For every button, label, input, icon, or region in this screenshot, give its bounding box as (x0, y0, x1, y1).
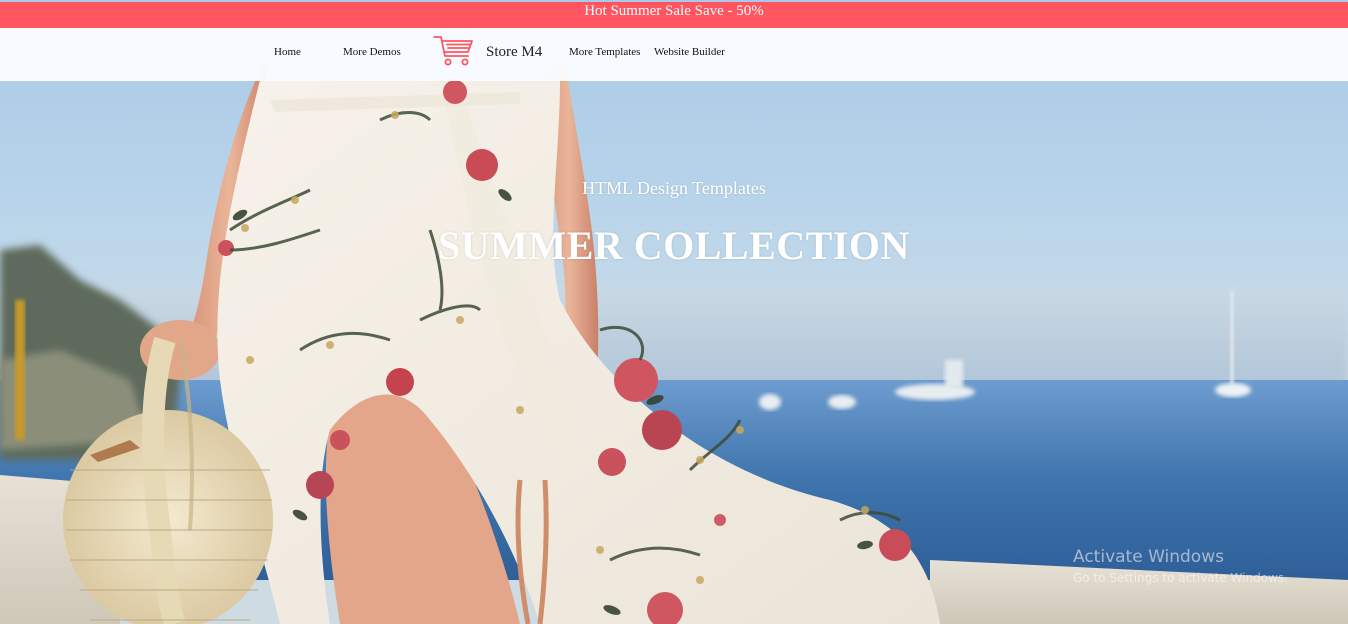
nav-link-home[interactable]: Home (274, 46, 301, 58)
hero-subtitle: HTML Design Templates (582, 178, 766, 198)
promo-text: Hot Summer Sale Save - 50% (584, 3, 764, 19)
nav-link-website-builder[interactable]: Website Builder (654, 46, 725, 58)
shopping-cart-icon (433, 36, 473, 66)
windows-activation-watermark: Activate Windows Go to Settings to activ… (1073, 547, 1288, 585)
navbar: Home More Demos Store M4 More Templates … (0, 28, 1348, 81)
watermark-subtitle: Go to Settings to activate Windows. (1073, 571, 1288, 585)
watermark-title: Activate Windows (1073, 547, 1224, 567)
nav-link-more-templates[interactable]: More Templates (569, 46, 640, 58)
nav-link-more-demos[interactable]: More Demos (343, 46, 401, 58)
hero-title: SUMMER COLLECTION (438, 223, 910, 268)
brand-name: Store M4 (486, 44, 543, 60)
page: Hot Summer Sale Save - 50% Home More Dem… (0, 0, 1348, 624)
hero-background-image (0, 0, 1348, 624)
promo-banner: Hot Summer Sale Save - 50% (0, 2, 1348, 28)
